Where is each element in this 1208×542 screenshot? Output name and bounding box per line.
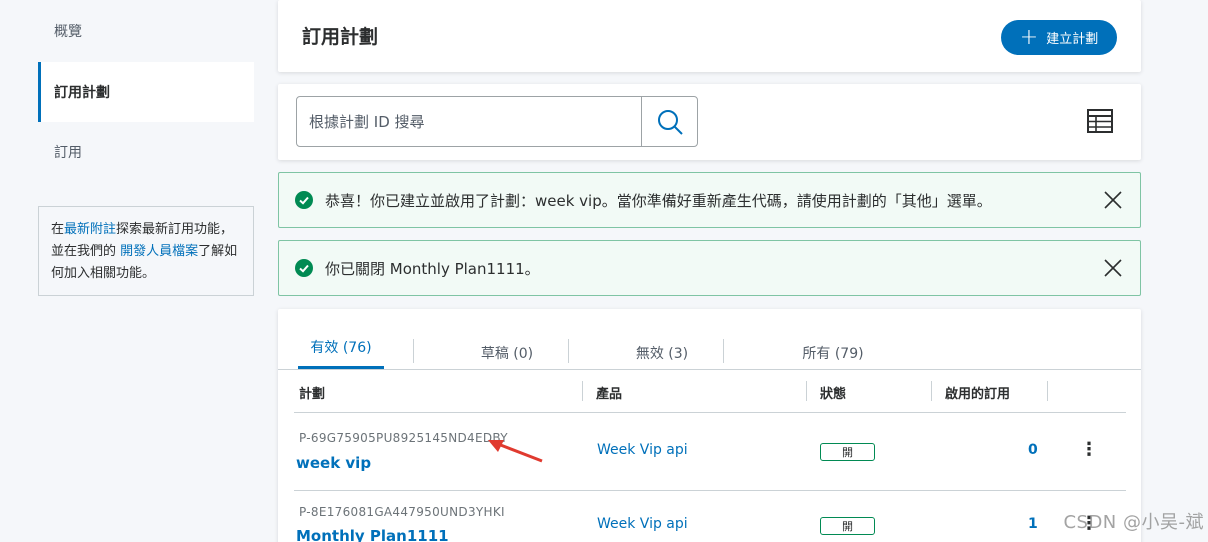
plans-table-card: 有效 (76) 草稿 (0) 無效 (3) 所有 (79) 計劃 產品 狀態 啟… bbox=[278, 309, 1141, 542]
column-divider bbox=[931, 381, 932, 401]
tab-divider bbox=[413, 339, 414, 363]
developer-docs-link[interactable]: 開發人員檔案 bbox=[120, 244, 198, 259]
tabs-divider bbox=[278, 369, 1141, 370]
column-divider bbox=[806, 381, 807, 401]
plan-name-link[interactable]: week vip bbox=[296, 454, 371, 472]
row-divider bbox=[294, 490, 1126, 491]
sidebar-item-label: 訂用計劃 bbox=[54, 85, 110, 101]
plus-icon: + bbox=[1019, 24, 1039, 50]
close-icon[interactable] bbox=[1104, 259, 1122, 277]
active-subscriptions-count[interactable]: 1 bbox=[1028, 516, 1038, 532]
note-text: 在 bbox=[51, 222, 65, 237]
tab-inactive[interactable]: 無效 (3) bbox=[619, 343, 705, 363]
tab-divider bbox=[568, 339, 569, 363]
sidebar-item-label: 概覽 bbox=[54, 24, 82, 40]
alert-message: 你已關閉 Monthly Plan1111。 bbox=[325, 259, 540, 278]
check-circle-icon bbox=[295, 259, 313, 277]
search-icon bbox=[657, 109, 683, 135]
header-divider bbox=[294, 412, 1126, 413]
sidebar-item-subscription-plans[interactable]: 訂用計劃 bbox=[38, 62, 254, 122]
success-alert: 你已關閉 Monthly Plan1111。 bbox=[278, 240, 1141, 296]
search-input[interactable]: 根據計劃 ID 搜尋 bbox=[296, 96, 642, 147]
tab-all[interactable]: 所有 (79) bbox=[790, 343, 876, 363]
product-link[interactable]: Week Vip api bbox=[597, 442, 688, 458]
tab-label: 草稿 (0) bbox=[480, 346, 534, 362]
release-notes-info: 在最新附註探索最新訂用功能，並在我們的 開發人員檔案了解如何加入相關功能。 bbox=[38, 206, 254, 296]
tab-active[interactable]: 有效 (76) bbox=[298, 337, 384, 369]
plan-id: P-8E176081GA447950UND3YHKI bbox=[299, 505, 505, 519]
tab-label: 所有 (79) bbox=[802, 346, 864, 362]
success-alert: 恭喜！你已建立並啟用了計劃：week vip。當你準備好重新產生代碼，請使用計劃… bbox=[278, 172, 1141, 228]
column-divider bbox=[1047, 381, 1048, 401]
page-title: 訂用計劃 bbox=[302, 26, 379, 48]
create-plan-label: 建立計劃 bbox=[1046, 32, 1099, 47]
plan-id: P-69G75905PU8925145ND4EDBY bbox=[299, 431, 508, 445]
sidebar-item-overview[interactable]: 概覽 bbox=[38, 0, 254, 62]
tab-label: 有效 (76) bbox=[310, 340, 372, 356]
status-tabs: 有效 (76) bbox=[298, 337, 384, 369]
tab-draft[interactable]: 草稿 (0) bbox=[464, 343, 550, 363]
tab-label: 無效 (3) bbox=[635, 346, 689, 362]
page-header: 訂用計劃 + 建立計劃 bbox=[278, 0, 1141, 72]
status-badge: 開 bbox=[820, 517, 875, 535]
status-badge: 開 bbox=[820, 443, 875, 461]
sidebar-item-subscriptions[interactable]: 訂用 bbox=[38, 122, 254, 182]
search-bar: 根據計劃 ID 搜尋 bbox=[278, 84, 1141, 160]
column-header-status[interactable]: 狀態 bbox=[820, 383, 846, 402]
table-view-icon[interactable] bbox=[1087, 108, 1113, 134]
sidebar: 概覽 訂用計劃 訂用 在最新附註探索最新訂用功能，並在我們的 開發人員檔案了解如… bbox=[38, 0, 254, 296]
active-subscriptions-count[interactable]: 0 bbox=[1028, 442, 1038, 458]
more-options-icon[interactable]: ⋮ bbox=[1080, 441, 1098, 459]
tab-divider bbox=[723, 339, 724, 363]
release-notes-link[interactable]: 最新附註 bbox=[64, 222, 116, 237]
plan-name-link[interactable]: Monthly Plan1111 bbox=[296, 527, 449, 542]
close-icon[interactable] bbox=[1104, 191, 1122, 209]
create-plan-button[interactable]: + 建立計劃 bbox=[1001, 20, 1117, 55]
column-header-product[interactable]: 產品 bbox=[596, 383, 622, 402]
sidebar-item-label: 訂用 bbox=[54, 145, 82, 161]
column-header-plan[interactable]: 計劃 bbox=[299, 383, 325, 402]
annotation-arrow-icon bbox=[488, 440, 543, 463]
column-divider bbox=[582, 381, 583, 401]
search-button[interactable] bbox=[641, 96, 698, 147]
watermark: CSDN @小吴-斌 bbox=[1063, 512, 1204, 533]
alert-message: 恭喜！你已建立並啟用了計劃：week vip。當你準備好重新產生代碼，請使用計劃… bbox=[325, 191, 992, 210]
product-link[interactable]: Week Vip api bbox=[597, 516, 688, 532]
column-header-active-subscriptions[interactable]: 啟用的訂用 bbox=[945, 383, 1010, 402]
check-circle-icon bbox=[295, 191, 313, 209]
